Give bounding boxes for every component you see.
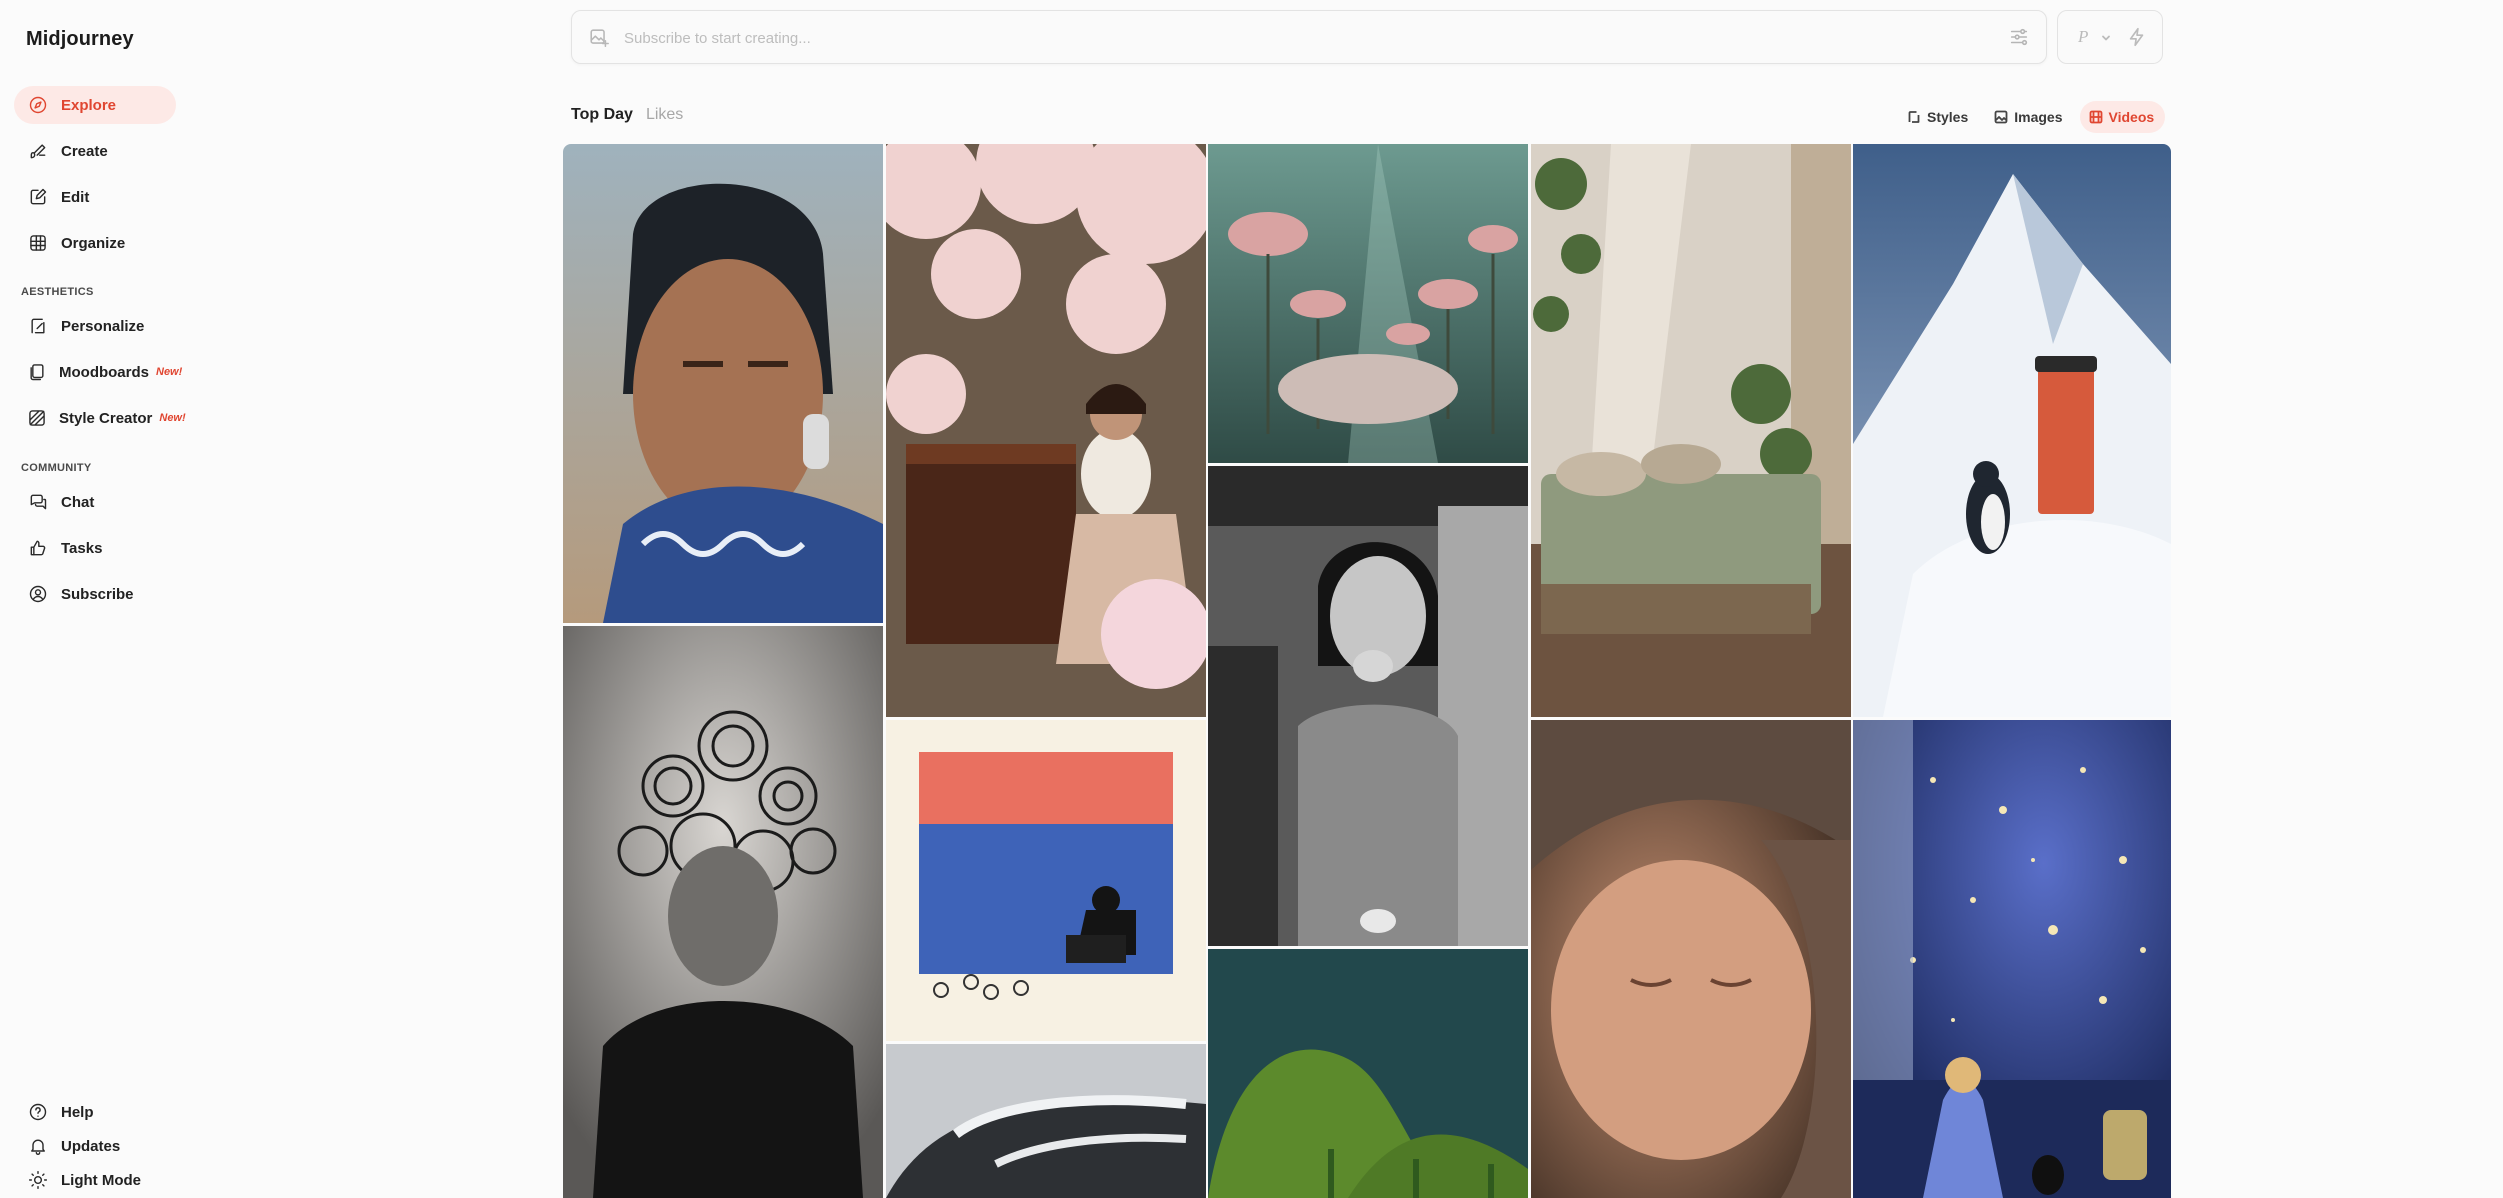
filter-videos-button[interactable]: Videos: [2079, 101, 2166, 133]
app-window: Midjourney Explore Create Edit Organize …: [0, 0, 2503, 1198]
sidebar-item-label: Chat: [61, 493, 95, 511]
media-filters: Styles Images Videos: [1898, 101, 2166, 133]
chat-icon: [27, 491, 49, 513]
brand-logo[interactable]: Midjourney: [26, 28, 134, 51]
gallery-tile-laughing-woman-bw[interactable]: [1208, 466, 1528, 946]
filter-label: Videos: [2108, 109, 2155, 125]
edit-icon: [27, 186, 49, 208]
sidebar-item-tasks[interactable]: Tasks: [14, 529, 176, 567]
feed-tabs: Top Day Likes: [571, 106, 683, 124]
sidebar-item-edit[interactable]: Edit: [14, 178, 176, 216]
personalize-mode-letter: P: [2078, 27, 2089, 46]
sidebar-item-explore[interactable]: Explore: [14, 86, 176, 124]
gallery-tile-starry-night-girl[interactable]: [1853, 720, 2171, 1198]
thumbs-up-icon: [27, 537, 49, 559]
sidebar-item-label: Moodboards: [59, 363, 149, 381]
sidebar-item-updates[interactable]: Updates: [14, 1127, 176, 1165]
sidebar-item-organize[interactable]: Organize: [14, 224, 176, 262]
sidebar-item-label: Light Mode: [61, 1171, 141, 1189]
prompt-bar: [571, 10, 2047, 64]
image-icon: [1994, 110, 2008, 124]
personalize-icon: [27, 315, 49, 337]
sidebar-item-label: Create: [61, 142, 108, 160]
new-badge: New!: [156, 366, 183, 378]
prompt-input[interactable]: [624, 23, 1924, 53]
sun-icon: [27, 1169, 49, 1191]
moodboard-icon: [27, 361, 47, 383]
gallery-tile-sunlit-bedroom[interactable]: [1531, 144, 1851, 717]
sidebar-item-light-mode[interactable]: Light Mode: [14, 1161, 176, 1198]
brush-icon: [27, 140, 49, 162]
sidebar-item-label: Subscribe: [61, 585, 134, 603]
lightning-icon[interactable]: [2126, 26, 2148, 50]
sidebar-item-subscribe[interactable]: Subscribe: [14, 575, 176, 613]
styles-icon: [1908, 111, 1920, 123]
sidebar-item-label: Edit: [61, 188, 90, 206]
sidebar-item-label: Tasks: [61, 539, 103, 557]
gallery-tile-child-drawing-flag[interactable]: [886, 720, 1206, 1041]
filter-images-button[interactable]: Images: [1985, 101, 2073, 133]
gallery-tile-car-hood-closeup[interactable]: [886, 1044, 1206, 1198]
chevron-down-icon: [2100, 31, 2112, 43]
tab-likes[interactable]: Likes: [646, 106, 683, 124]
grid-icon: [27, 232, 49, 254]
sidebar-item-label: Explore: [61, 96, 117, 114]
sidebar-item-style-creator[interactable]: Style Creator New!: [14, 399, 186, 437]
gallery-tile-sleeping-baby[interactable]: [1531, 720, 1851, 1198]
sidebar-item-label: Updates: [61, 1137, 121, 1155]
section-heading-aesthetics: AESTHETICS: [21, 286, 94, 298]
section-heading-community: COMMUNITY: [21, 462, 92, 474]
sidebar-item-label: Organize: [61, 234, 126, 252]
settings-sliders-icon[interactable]: [2008, 26, 2032, 50]
sidebar-item-label: Personalize: [61, 317, 145, 335]
sidebar-item-create[interactable]: Create: [14, 132, 176, 170]
sidebar-item-chat[interactable]: Chat: [14, 483, 176, 521]
help-icon: [27, 1101, 49, 1123]
gallery-tile-spiral-hair-portrait[interactable]: [563, 626, 883, 1198]
filter-styles-button[interactable]: Styles: [1898, 101, 1979, 133]
mode-selector[interactable]: P: [2057, 10, 2163, 64]
sidebar-item-label: Help: [61, 1103, 94, 1121]
sidebar-item-label: Style Creator: [59, 409, 153, 427]
gallery-tile-cherry-blossom-pianist[interactable]: [886, 144, 1206, 717]
image-gallery: [563, 144, 2171, 1198]
sidebar-item-personalize[interactable]: Personalize: [14, 307, 176, 345]
gallery-tile-penguin-coffee-cup-mountain[interactable]: [1853, 144, 2171, 717]
sidebar-item-moodboards[interactable]: Moodboards New!: [14, 353, 182, 391]
new-badge: New!: [159, 412, 186, 424]
gallery-tile-freckled-woman-portrait[interactable]: [563, 144, 883, 623]
user-circle-icon: [27, 583, 49, 605]
tab-top-day[interactable]: Top Day: [571, 106, 633, 124]
style-creator-icon: [27, 407, 47, 429]
gallery-tile-underwater-flower-bed[interactable]: [1208, 144, 1528, 463]
compass-icon: [27, 94, 49, 116]
add-image-icon[interactable]: [588, 27, 610, 49]
gallery-tile-green-hills[interactable]: [1208, 949, 1528, 1198]
filter-label: Styles: [1927, 109, 1969, 125]
sidebar: Midjourney Explore Create Edit Organize …: [0, 0, 200, 1198]
filter-label: Images: [2014, 109, 2063, 125]
bell-icon: [27, 1135, 49, 1157]
film-icon: [2089, 110, 2102, 124]
sidebar-item-help[interactable]: Help: [14, 1093, 176, 1131]
